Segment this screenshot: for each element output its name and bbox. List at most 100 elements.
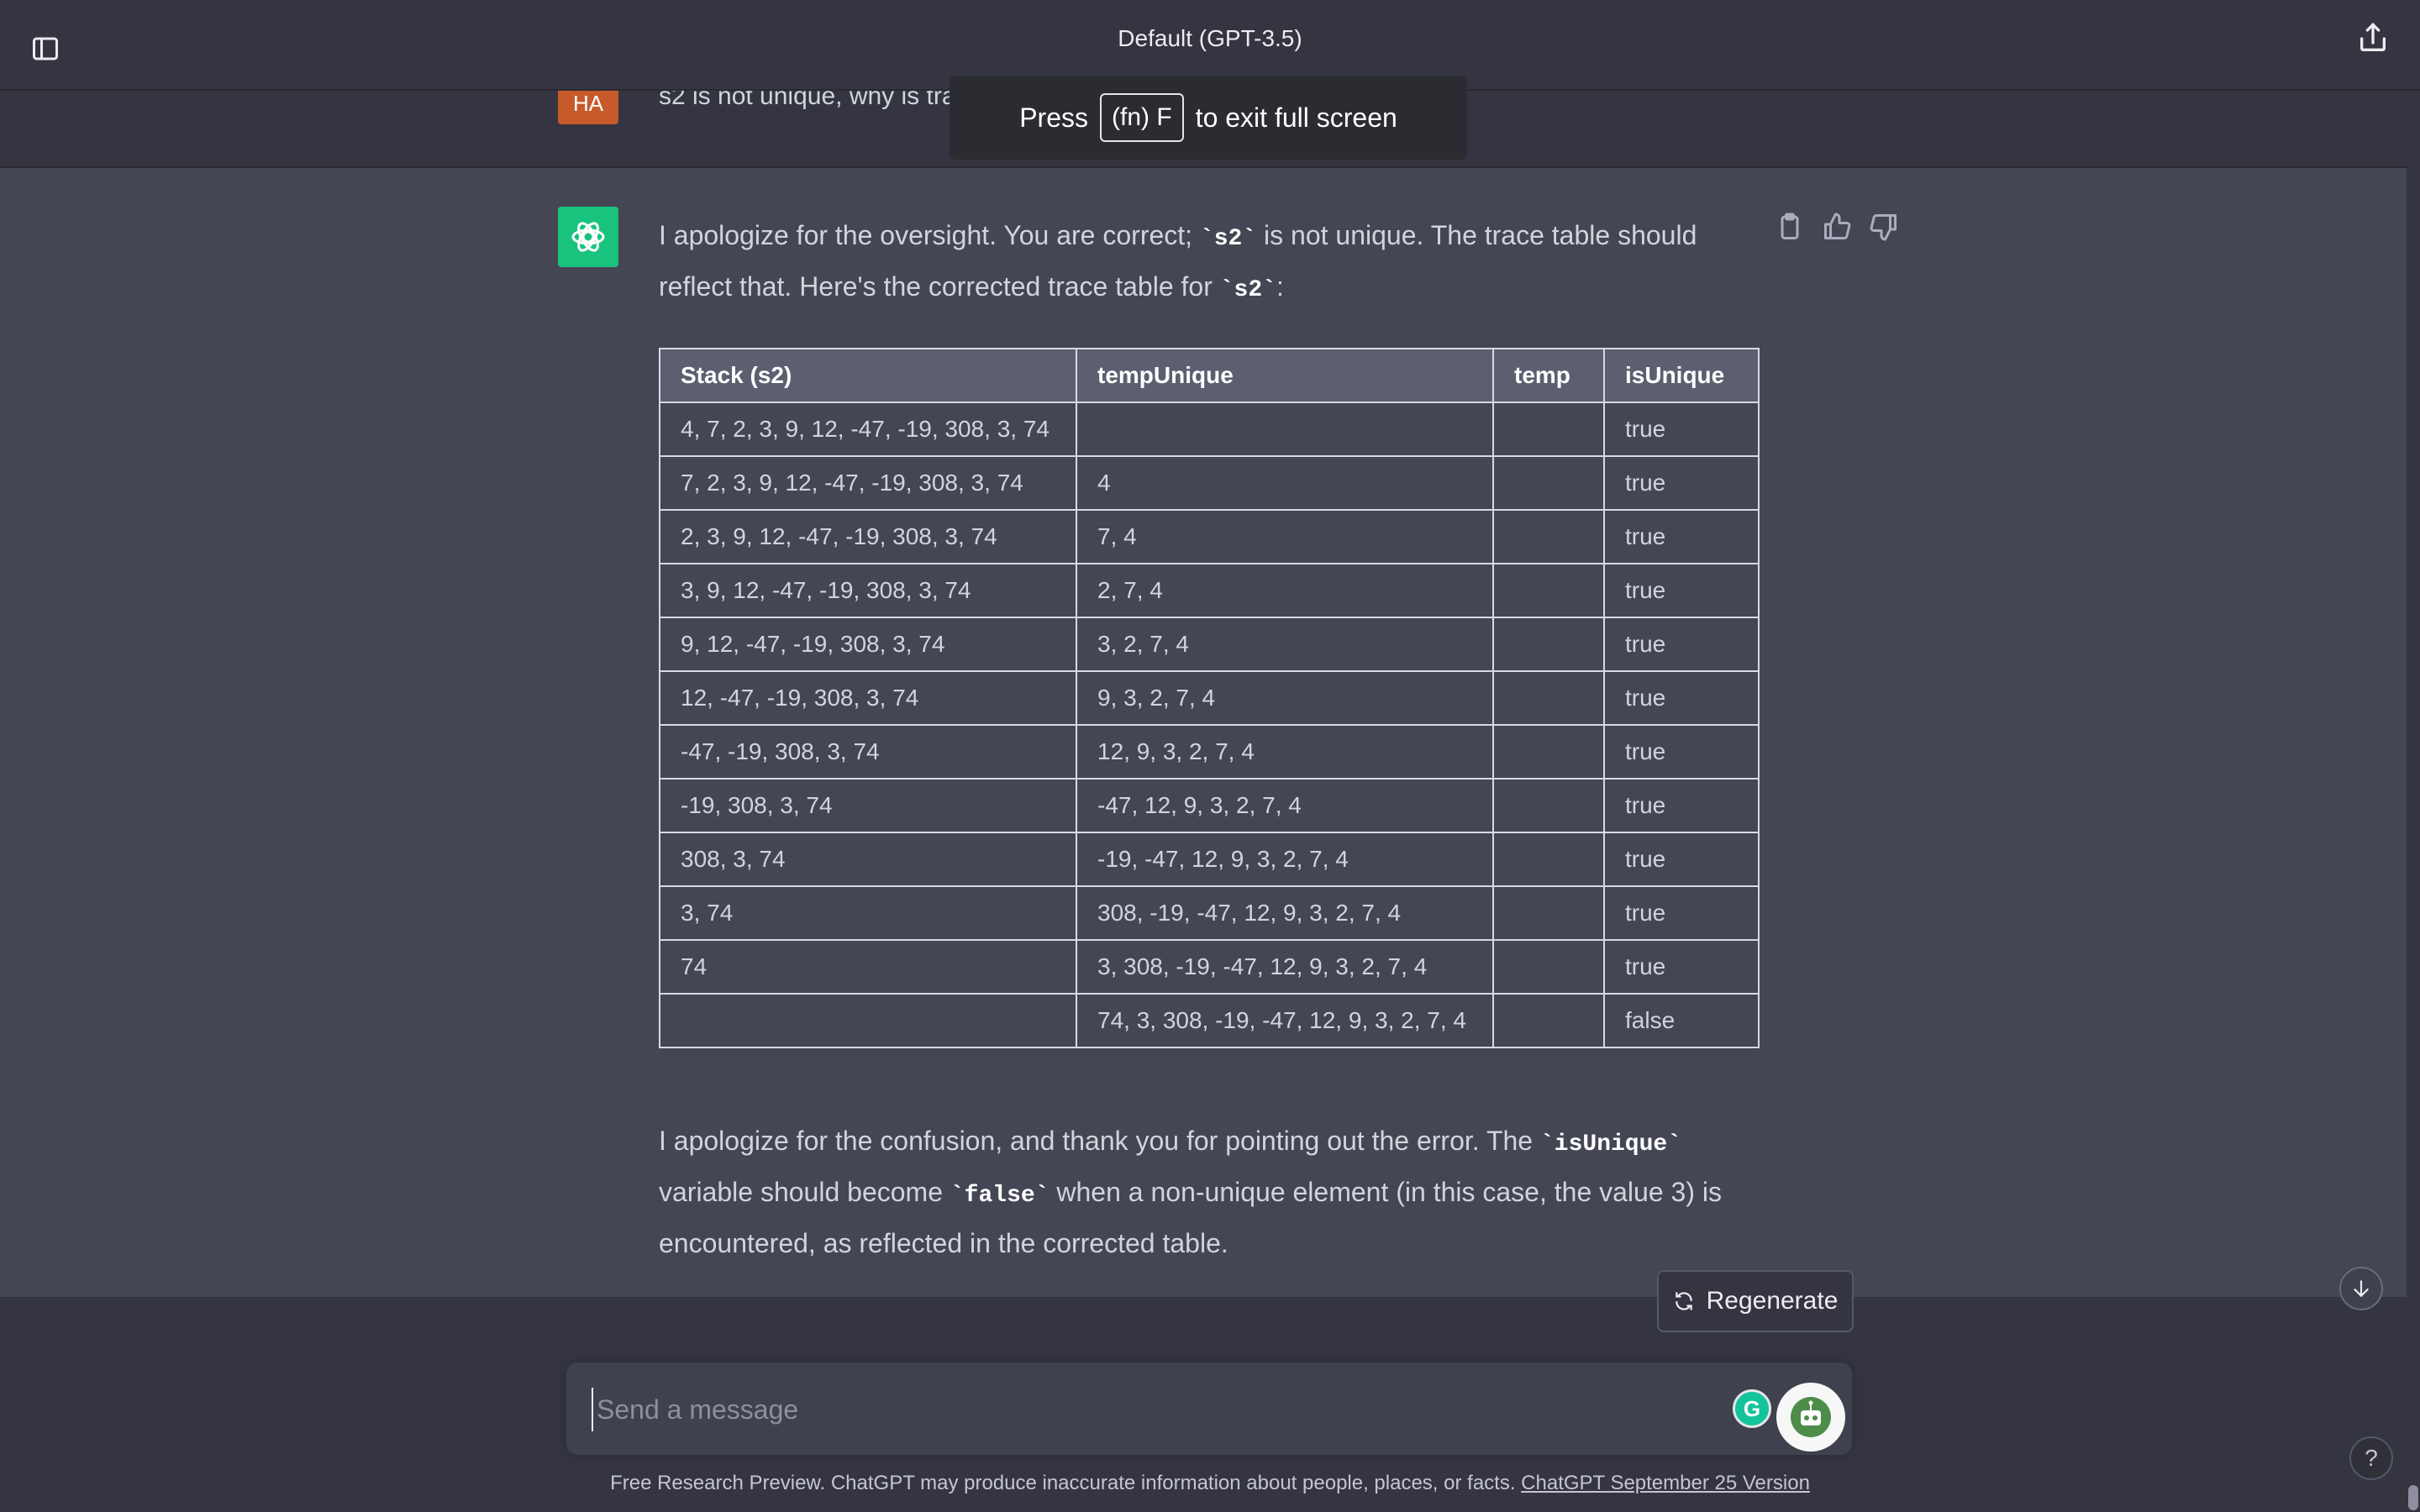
version-link[interactable]: ChatGPT September 25 Version: [1521, 1472, 1810, 1494]
message-input[interactable]: [592, 1388, 1691, 1431]
table-cell: -19, -47, 12, 9, 3, 2, 7, 4: [1076, 832, 1494, 887]
table-row: -19, 308, 3, 74 -47, 12, 9, 3, 2, 7, 4 tru…: [659, 778, 1760, 833]
help-button[interactable]: ?: [2349, 1436, 2393, 1480]
table-row: 2, 3, 9, 12, -47, -19, 308, 3, 74 7, 4 tru…: [659, 509, 1760, 564]
table-cell: [1492, 993, 1605, 1048]
table-cell: [1492, 939, 1605, 995]
table-cell: -19, 308, 3, 74: [659, 778, 1077, 833]
table-cell: 74: [659, 939, 1077, 995]
table-cell: 12, -47, -19, 308, 3, 74: [659, 670, 1077, 726]
toast-key: (fn) F: [1100, 93, 1184, 142]
trace-table: Stack (s2) tempUnique temp isUnique 4, 7…: [659, 348, 1760, 1048]
table-cell: true: [1603, 455, 1760, 511]
table-cell: true: [1603, 509, 1760, 564]
table-cell: true: [1603, 885, 1760, 941]
table-header: temp: [1492, 348, 1605, 403]
table-header: Stack (s2): [659, 348, 1077, 403]
table-cell: [1492, 885, 1605, 941]
table-cell: 3, 2, 7, 4: [1076, 617, 1494, 672]
table-cell: 7, 2, 3, 9, 12, -47, -19, 308, 3, 74: [659, 455, 1077, 511]
clipboard-icon[interactable]: [1775, 212, 1805, 242]
toast-suffix: to exit full screen: [1195, 102, 1397, 133]
inline-code: `false`: [950, 1183, 1050, 1209]
table-cell: false: [1603, 993, 1760, 1048]
table-header: isUnique: [1603, 348, 1760, 403]
table-cell: 74, 3, 308, -19, -47, 12, 9, 3, 2, 7, 4: [1076, 993, 1494, 1048]
table-cell: [1492, 832, 1605, 887]
table-row: 3, 9, 12, -47, -19, 308, 3, 74 2, 7, 4 tru…: [659, 563, 1760, 618]
table-cell: [1492, 617, 1605, 672]
table-cell: [1492, 402, 1605, 457]
assistant-message: I apologize for the oversight. You are c…: [0, 168, 2407, 1297]
table-cell: -47, 12, 9, 3, 2, 7, 4: [1076, 778, 1494, 833]
closing-text-1: I apologize for the confusion, and thank…: [659, 1126, 1540, 1156]
table-cell: [659, 993, 1077, 1048]
table-row: 12, -47, -19, 308, 3, 74 9, 3, 2, 7, 4 tru…: [659, 670, 1760, 726]
inline-code: `s2`: [1199, 226, 1257, 252]
table-row: 74 3, 308, -19, -47, 12, 9, 3, 2, 7, 4 tru…: [659, 939, 1760, 995]
table-cell: true: [1603, 617, 1760, 672]
refresh-icon: [1675, 1292, 1692, 1310]
message-actions: [1775, 212, 1899, 242]
table-cell: true: [1603, 832, 1760, 887]
table-cell: true: [1603, 670, 1760, 726]
table-cell: true: [1603, 724, 1760, 780]
table-cell: [1492, 724, 1605, 780]
table-cell: 2, 3, 9, 12, -47, -19, 308, 3, 74: [659, 509, 1077, 564]
table-cell: true: [1603, 563, 1760, 618]
fullscreen-toast: Press (fn) F to exit full screen: [950, 76, 1467, 160]
arrow-down-icon: [2354, 1280, 2369, 1298]
table-header: tempUnique: [1076, 348, 1494, 403]
intro-text-3: :: [1276, 271, 1284, 302]
table-cell: true: [1603, 939, 1760, 995]
table-cell: 12, 9, 3, 2, 7, 4: [1076, 724, 1494, 780]
table-row: 3, 74 308, -19, -47, 12, 9, 3, 2, 7, 4 tru…: [659, 885, 1760, 941]
table-cell: 3, 308, -19, -47, 12, 9, 3, 2, 7, 4: [1076, 939, 1494, 995]
table-cell: [1492, 778, 1605, 833]
table-cell: [1076, 402, 1494, 457]
table-cell: true: [1603, 402, 1760, 457]
assistant-intro: I apologize for the oversight. You are c…: [659, 212, 1751, 314]
conversation-title: Default (GPT-3.5): [1118, 25, 1302, 51]
inline-code: `isUnique`: [1539, 1131, 1682, 1158]
table-cell: 2, 7, 4: [1076, 563, 1494, 618]
table-cell: 3, 9, 12, -47, -19, 308, 3, 74: [659, 563, 1077, 618]
table-cell: [1492, 563, 1605, 618]
table-cell: true: [1603, 778, 1760, 833]
intro-paragraph: I apologize for the oversight. You are c…: [659, 212, 1751, 314]
closing-text-2: variable should become: [659, 1177, 950, 1207]
table-cell: 3, 74: [659, 885, 1077, 941]
robot-icon[interactable]: [1776, 1383, 1845, 1452]
table-cell: 308, 3, 74: [659, 832, 1077, 887]
footer-disclaimer: Free Research Preview. ChatGPT may produ…: [0, 1472, 2420, 1495]
grammarly-icon[interactable]: G: [1733, 1389, 1771, 1428]
thumbs-down-icon[interactable]: [1869, 212, 1899, 242]
share-icon[interactable]: [2356, 22, 2390, 55]
table-row: 308, 3, 74 -19, -47, 12, 9, 3, 2, 7, 4 tru…: [659, 832, 1760, 887]
table-cell: 7, 4: [1076, 509, 1494, 564]
toast-prefix: Press: [1019, 102, 1088, 133]
intro-text-1: I apologize for the oversight. You are c…: [659, 220, 1200, 250]
table-cell: [1492, 509, 1605, 564]
table-cell: -47, -19, 308, 3, 74: [659, 724, 1077, 780]
thumbs-up-icon[interactable]: [1822, 212, 1852, 242]
table-cell: [1492, 670, 1605, 726]
table-row: 4, 7, 2, 3, 9, 12, -47, -19, 308, 3, 74 t…: [659, 402, 1760, 457]
table-row: -47, -19, 308, 3, 74 12, 9, 3, 2, 7, 4 tru…: [659, 724, 1760, 780]
table-header-row: Stack (s2) tempUnique temp isUnique: [659, 348, 1760, 403]
scroll-to-bottom-button[interactable]: [2339, 1267, 2383, 1310]
regenerate-button[interactable]: Regenerate: [1657, 1270, 1854, 1332]
table-cell: 9, 12, -47, -19, 308, 3, 74: [659, 617, 1077, 672]
table-cell: 9, 3, 2, 7, 4: [1076, 670, 1494, 726]
closing-paragraph: I apologize for the confusion, and thank…: [659, 1117, 1751, 1267]
table-row: 9, 12, -47, -19, 308, 3, 74 3, 2, 7, 4 tru…: [659, 617, 1760, 672]
openai-logo-icon: [558, 207, 618, 267]
inline-code: `s2`: [1219, 277, 1276, 303]
table-row: 74, 3, 308, -19, -47, 12, 9, 3, 2, 7, 4 f…: [659, 993, 1760, 1048]
table-row: 7, 2, 3, 9, 12, -47, -19, 308, 3, 74 4 tru…: [659, 455, 1760, 511]
table-cell: 308, -19, -47, 12, 9, 3, 2, 7, 4: [1076, 885, 1494, 941]
footer-text: Free Research Preview. ChatGPT may produ…: [610, 1472, 1522, 1494]
table-cell: 4, 7, 2, 3, 9, 12, -47, -19, 308, 3, 74: [659, 402, 1077, 457]
assistant-closing: I apologize for the confusion, and thank…: [659, 1117, 1751, 1267]
scrollbar-thumb[interactable]: [2408, 1485, 2418, 1510]
